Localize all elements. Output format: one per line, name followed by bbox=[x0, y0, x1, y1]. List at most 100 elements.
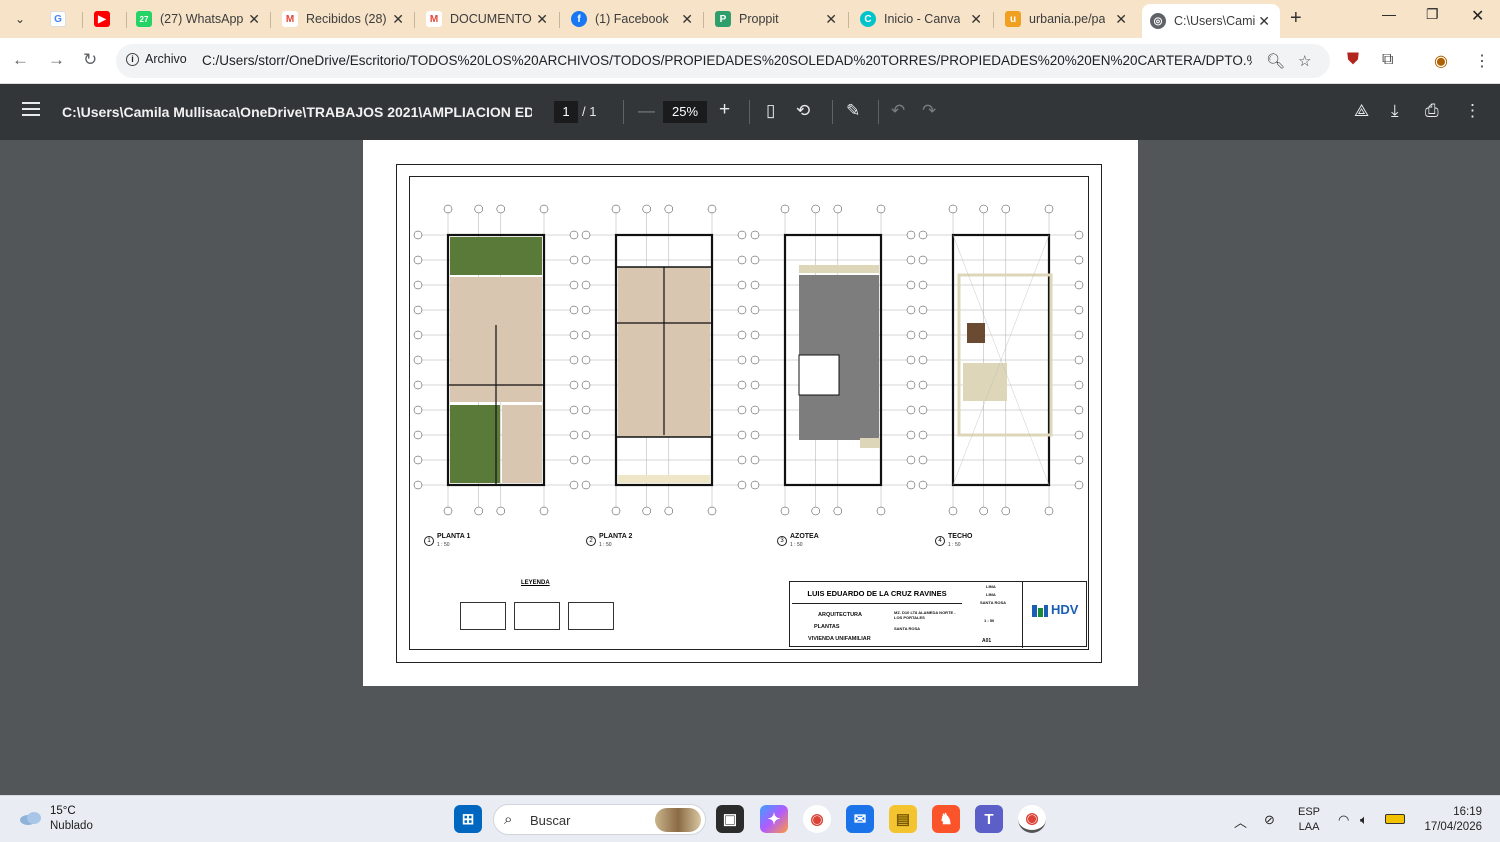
forward-arrow-icon[interactable]: → bbox=[48, 50, 65, 70]
close-icon[interactable]: ✕ bbox=[970, 11, 982, 28]
tab-title: Inicio - Canva bbox=[884, 12, 961, 26]
tab-title: urbania.pe/pa bbox=[1029, 12, 1106, 26]
download-icon[interactable]: ⤓ bbox=[1391, 101, 1399, 121]
page-number-input[interactable]: 1 bbox=[554, 101, 578, 123]
pdf-viewer[interactable]: 1 PLANTA 1 1 : 50 2 PLANTA 2 1 : 50 3 AZ… bbox=[0, 140, 1500, 795]
grid-bubble bbox=[906, 380, 916, 390]
annotate-pen-icon[interactable]: ✎ bbox=[846, 101, 860, 121]
mail-app-icon[interactable]: ✉ bbox=[846, 805, 874, 833]
address-bar[interactable]: i Archivo C:/Users/storr/OneDrive/Escrit… bbox=[116, 44, 1330, 78]
hdv-logo-mark-icon bbox=[1032, 605, 1048, 617]
rotate-icon[interactable]: ⟲ bbox=[796, 101, 810, 121]
grid-bubble bbox=[833, 204, 843, 214]
new-tab-button[interactable]: + bbox=[1290, 7, 1302, 30]
restore-icon[interactable]: ❐ bbox=[1426, 6, 1439, 23]
minimize-icon[interactable]: — bbox=[1382, 6, 1396, 22]
shield-extension-icon[interactable]: ⛊ bbox=[1347, 51, 1359, 69]
hamburger-menu-icon[interactable] bbox=[22, 102, 40, 116]
close-icon[interactable]: ✕ bbox=[1258, 13, 1270, 30]
drive-save-icon[interactable]: ⟁ bbox=[1354, 101, 1369, 121]
close-icon[interactable]: ✕ bbox=[825, 11, 837, 28]
profile-avatar-icon[interactable]: ◉ bbox=[1434, 51, 1448, 71]
plan-number-badge: 1 bbox=[424, 536, 434, 546]
tab-gmail-recibidos[interactable]: M Recibidos (28) ✕ bbox=[282, 4, 406, 34]
tab-facebook[interactable]: f (1) Facebook ✕ bbox=[571, 4, 695, 34]
grid-bubble bbox=[1044, 506, 1054, 516]
extensions-puzzle-icon[interactable]: ⧉ bbox=[1382, 51, 1393, 69]
grid-bubble bbox=[1074, 355, 1084, 365]
grid-bubble bbox=[1074, 405, 1084, 415]
back-arrow-icon[interactable]: ← bbox=[12, 50, 29, 70]
garden-area bbox=[450, 405, 500, 483]
url-text[interactable]: C:/Users/storr/OneDrive/Escritorio/TODOS… bbox=[202, 53, 1252, 68]
task-view-icon[interactable]: ▣ bbox=[716, 805, 744, 833]
brave-icon[interactable]: ♞ bbox=[932, 805, 960, 833]
grid-bubble bbox=[413, 355, 423, 365]
chrome-active-icon[interactable]: ◉ bbox=[1018, 805, 1046, 833]
battery-icon[interactable] bbox=[1385, 814, 1405, 824]
tab-whatsapp[interactable]: 27 (27) WhatsApp ✕ bbox=[136, 4, 262, 34]
tab-search-chevron-icon[interactable]: ⌄ bbox=[8, 8, 32, 30]
tab-separator bbox=[82, 12, 83, 28]
close-icon[interactable]: ✕ bbox=[392, 11, 404, 28]
teams-icon[interactable]: T bbox=[975, 805, 1003, 833]
reload-icon[interactable]: ↻ bbox=[83, 50, 97, 70]
input-language[interactable]: ESP LAA bbox=[1298, 805, 1320, 835]
tab-youtube[interactable]: ▶ bbox=[94, 4, 124, 34]
tab-active-pdf[interactable]: ◎ C:\Users\Cami ✕ bbox=[1142, 4, 1280, 38]
tab-google[interactable]: G bbox=[50, 4, 80, 34]
system-clock[interactable]: 16:19 17/04/2026 bbox=[1418, 805, 1482, 835]
file-explorer-icon[interactable]: ▤ bbox=[889, 805, 917, 833]
tab-gmail-documento[interactable]: M DOCUMENTO ✕ bbox=[426, 4, 550, 34]
windows-start-icon[interactable]: ⊞ bbox=[454, 805, 482, 833]
weather-description[interactable]: Nublado bbox=[50, 820, 93, 832]
grid-bubble bbox=[906, 430, 916, 440]
plan-label: AZOTEA bbox=[790, 533, 819, 540]
grid-bubble bbox=[876, 506, 886, 516]
tab-separator bbox=[703, 12, 704, 28]
copilot-icon[interactable]: ✦ bbox=[760, 805, 788, 833]
search-icon: ⌕ bbox=[504, 811, 513, 828]
grid-bubble bbox=[581, 480, 591, 490]
print-icon[interactable]: ⎙ bbox=[1425, 101, 1439, 121]
grid-bubble bbox=[750, 230, 760, 240]
site-info-chip[interactable]: i Archivo bbox=[126, 52, 187, 66]
network-off-icon[interactable]: ⊘ bbox=[1264, 812, 1275, 828]
roof-border bbox=[957, 273, 1053, 437]
tab-proppit[interactable]: P Proppit ✕ bbox=[715, 4, 839, 34]
volume-icon[interactable]: 🔈︎ bbox=[1360, 812, 1368, 828]
tab-canva[interactable]: C Inicio - Canva ✕ bbox=[860, 4, 984, 34]
close-icon[interactable]: ✕ bbox=[536, 11, 548, 28]
zoom-out-icon[interactable]: — bbox=[638, 101, 655, 121]
undo-icon[interactable]: ↶ bbox=[891, 101, 905, 121]
grid-bubble bbox=[918, 455, 928, 465]
close-icon[interactable]: ✕ bbox=[248, 11, 260, 28]
fit-to-page-icon[interactable]: ▯ bbox=[766, 101, 775, 121]
grid-bubble bbox=[811, 506, 820, 516]
grid-bubble bbox=[664, 204, 674, 214]
taskbar-search[interactable]: ⌕ Buscar bbox=[493, 804, 706, 835]
redo-icon[interactable]: ↷ bbox=[922, 101, 936, 121]
grid-bubble bbox=[413, 305, 423, 315]
show-hidden-icons-chevron-icon[interactable]: ︿ bbox=[1234, 812, 1247, 831]
wifi-icon[interactable]: ◠ bbox=[1338, 812, 1349, 828]
close-window-icon[interactable]: ✕ bbox=[1471, 6, 1484, 26]
grid-bubble bbox=[918, 380, 928, 390]
chrome-icon[interactable]: ◉ bbox=[803, 805, 831, 833]
zoom-magnifier-icon[interactable]: 🔍︎ bbox=[1266, 52, 1285, 70]
more-options-icon[interactable]: ⋮ bbox=[1464, 101, 1481, 121]
zoom-level-input[interactable]: 25% bbox=[663, 101, 707, 123]
grid-bubble bbox=[581, 230, 591, 240]
grid-bubble bbox=[413, 455, 423, 465]
grid-bubble bbox=[707, 506, 717, 516]
bookmark-star-icon[interactable]: ☆ bbox=[1298, 52, 1311, 70]
zoom-in-icon[interactable]: + bbox=[719, 99, 730, 121]
grid-bubble bbox=[569, 455, 579, 465]
close-icon[interactable]: ✕ bbox=[681, 11, 693, 28]
grid-bubble bbox=[1074, 480, 1084, 490]
grid-bubble bbox=[918, 355, 928, 365]
close-icon[interactable]: ✕ bbox=[1115, 11, 1127, 28]
tab-urbania[interactable]: u urbania.pe/pa ✕ bbox=[1005, 4, 1129, 34]
weather-temperature[interactable]: 15°C bbox=[50, 805, 76, 817]
more-menu-icon[interactable]: ⋮ bbox=[1474, 51, 1490, 71]
